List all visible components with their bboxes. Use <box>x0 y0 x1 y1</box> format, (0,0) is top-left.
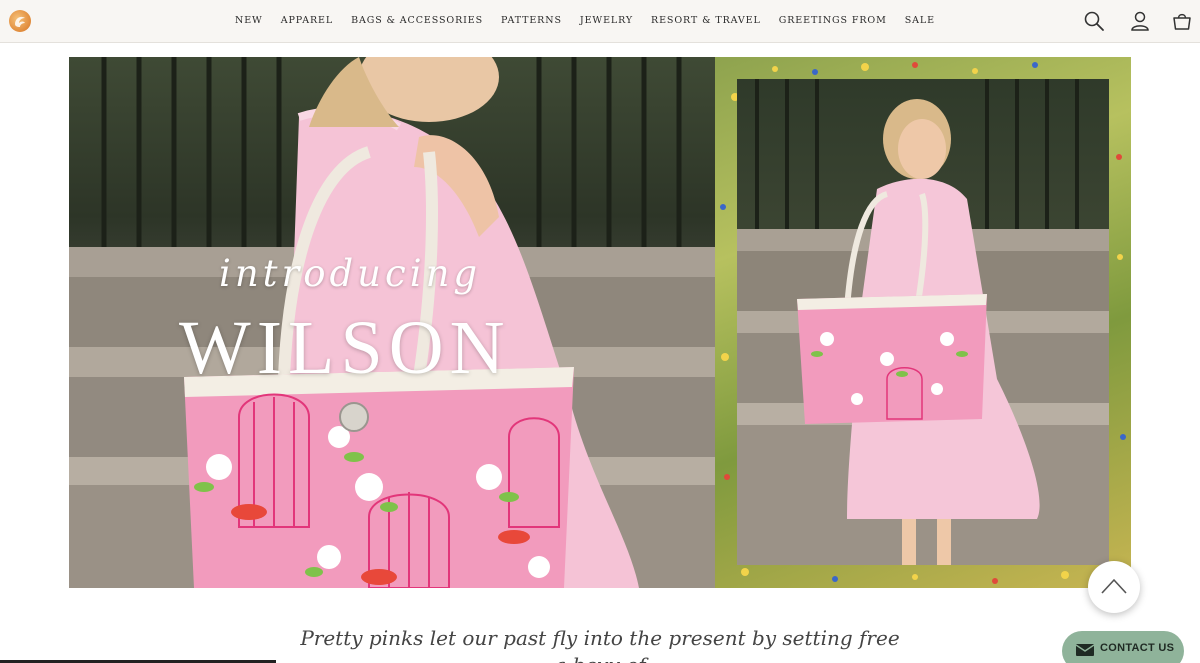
contact-us-button[interactable]: CONTACT US <box>1062 631 1184 663</box>
hero-photo-right <box>737 79 1109 565</box>
nav-item-greetings-from[interactable]: GREETINGS FROM <box>779 15 887 26</box>
hero-banner-right[interactable] <box>715 57 1131 588</box>
nav-item-jewelry[interactable]: JEWELRY <box>580 15 633 26</box>
scroll-to-top-button[interactable] <box>1088 561 1140 613</box>
user-icon[interactable] <box>1129 10 1151 32</box>
main-nav: NEW APPAREL BAGS & ACCESSORIES PATTERNS … <box>235 15 953 26</box>
nav-item-bags-accessories[interactable]: BAGS & ACCESSORIES <box>351 15 483 26</box>
site-header: NEW APPAREL BAGS & ACCESSORIES PATTERNS … <box>0 0 1200 43</box>
nav-item-new[interactable]: NEW <box>235 15 263 26</box>
hero-banner-left[interactable]: introducing WILSON <box>69 57 715 588</box>
brand-logo[interactable] <box>9 10 31 32</box>
nav-item-sale[interactable]: SALE <box>905 15 935 26</box>
hero-brand-title: WILSON <box>179 306 511 390</box>
chevron-up-icon <box>1101 578 1127 594</box>
promo-tagline: Pretty pinks let our past fly into the p… <box>300 626 900 663</box>
nav-item-apparel[interactable]: APPAREL <box>281 15 333 26</box>
envelope-icon <box>1075 644 1095 656</box>
contact-us-label: CONTACT US <box>1100 642 1175 654</box>
shopping-bag-icon[interactable] <box>1171 10 1193 32</box>
hero-intro-text: introducing <box>219 252 482 295</box>
nav-item-patterns[interactable]: PATTERNS <box>501 15 562 26</box>
search-icon[interactable] <box>1083 10 1105 32</box>
nav-item-resort-travel[interactable]: RESORT & TRAVEL <box>651 15 761 26</box>
